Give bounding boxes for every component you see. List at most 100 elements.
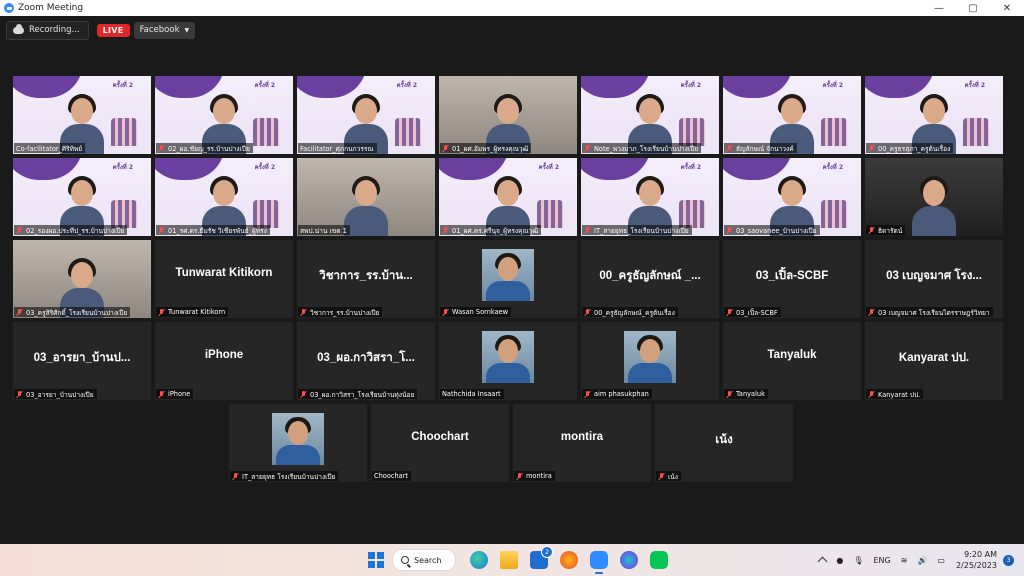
participant-name-tag: 00_ครูธัญลักษณ์_ครูต้นเรื่อง xyxy=(582,307,678,317)
zoom-app-icon[interactable] xyxy=(590,551,608,574)
microphone-icon[interactable]: 🎙 xyxy=(853,556,863,565)
participant-name: 02_รองผอ.ประทีป_รร.บ้านปางเปีย xyxy=(26,226,125,235)
participant-name-tag: เน้ง xyxy=(656,471,681,481)
participant-tile[interactable]: aim phasukphan xyxy=(581,322,719,400)
participant-tile[interactable]: ครั้งที่ 2 02_รองผอ.ประทีป_รร.บ้านปางเปีย xyxy=(13,158,151,236)
live-badge[interactable]: LIVE xyxy=(96,23,130,37)
muted-microphone-icon xyxy=(658,472,665,480)
participant-display-name: 00_ครูธัญลักษณ์ _... xyxy=(599,270,701,282)
participant-tile[interactable]: Nathchida Insaart xyxy=(439,322,577,400)
participant-name-tag: Co-facilitator_ศิริทิพย์ xyxy=(14,143,86,153)
volume-icon[interactable]: 🔊 xyxy=(917,556,927,565)
wifi-icon[interactable]: ≋ xyxy=(901,556,908,565)
participant-name: 03_ครูสิริศักดิ์_โรงเรียนบ้านปางเปีย xyxy=(26,308,128,317)
participant-name-tag: 01_ผศ.ดร.ศรีนุจ_ผู้ทรงคุณวุฒิ xyxy=(440,225,542,235)
participant-tile[interactable]: Choochart Choochart xyxy=(371,404,509,482)
participant-name: 02_ผอ.ชัยญ_รร.บ้านปางเปีย xyxy=(168,144,250,153)
maximize-button[interactable]: ▢ xyxy=(956,0,990,16)
muted-microphone-icon xyxy=(442,144,449,152)
participant-display-name: 03 เบญจมาศ โรง... xyxy=(886,270,982,282)
participant-display-name: เน้ง xyxy=(715,434,733,446)
participant-tile[interactable]: ครั้งที่ 2 Facilitator_ศุภกนกวรรณ xyxy=(297,76,435,154)
participant-name-tag: aim phasukphan xyxy=(582,389,652,399)
slide-badge: ครั้งที่ 2 xyxy=(254,164,275,171)
windows-taskbar: Search 2 ● 🎙 ENG ≋ 🔊 ▭ 9:20 AM 2/25/2023… xyxy=(0,544,1024,576)
muted-microphone-icon xyxy=(300,390,307,398)
participant-tile[interactable]: Tunwarat Kitikorn Tunwarat Kitikorn xyxy=(155,240,293,318)
participant-video-icon xyxy=(344,174,388,236)
muted-microphone-icon xyxy=(16,226,23,234)
participant-tile[interactable]: ครั้งที่ 2 Co-facilitator_ศิริทิพย์ xyxy=(13,76,151,154)
participant-tile[interactable]: ครั้งที่ 2 01_รศ.ดร.ธีมรัช วิเชียรพันธ์_ผ… xyxy=(155,158,293,236)
participant-tile[interactable]: ธิดารัตน์ xyxy=(865,158,1003,236)
participant-name-tag: 03_saovanee_บ้านปางเปีย xyxy=(724,225,820,235)
participant-display-name: 03_เปิ้ล-SCBF xyxy=(755,270,829,282)
participant-name-tag: 01_รศ.ดร.ธีมรัช วิเชียรพันธ์_ผู้ทรง xyxy=(156,225,270,235)
edge-browser-icon[interactable] xyxy=(470,551,488,569)
clock[interactable]: 9:20 AM 2/25/2023 xyxy=(956,549,997,571)
participant-name-tag: 01_ผศ.อัมพร_ผู้ทรงคุณวุฒิ xyxy=(440,143,532,153)
meeting-topbar: Recording... LIVE Facebook ▼ xyxy=(0,16,1024,44)
participant-tile[interactable]: สพป.น่าน เขต 1 xyxy=(297,158,435,236)
participant-display-name: Choochart xyxy=(411,431,469,443)
participant-tile[interactable]: วิชาการ_รร.บ้าน... วิชาการ_รร.บ้านปางเปีย xyxy=(297,240,435,318)
participant-name-tag: ธัญลักษณ์ จักนาวงค์ xyxy=(724,143,797,153)
participant-tile[interactable]: Tanyaluk Tanyaluk xyxy=(723,322,861,400)
participant-name-tag: 03_ผอ.กาวิสรา_โรงเรียนบ้านทุ่งน้อย xyxy=(298,389,418,399)
participant-name: 01_ผศ.ดร.ศรีนุจ_ผู้ทรงคุณวุฒิ xyxy=(452,226,539,235)
participant-name-tag: Choochart xyxy=(372,471,411,481)
participant-tile[interactable]: 03_ครูสิริศักดิ์_โรงเรียนบ้านปางเปีย xyxy=(13,240,151,318)
recording-indicator[interactable]: Recording... xyxy=(6,20,89,40)
participant-tile[interactable]: 03_ผอ.กาวิสรา_โ... 03_ผอ.กาวิสรา_โรงเรียน… xyxy=(297,322,435,400)
slide-badge: ครั้งที่ 2 xyxy=(396,82,417,89)
participant-tile[interactable]: 03_เปิ้ล-SCBF 03_เปิ้ล-SCBF xyxy=(723,240,861,318)
minimize-button[interactable]: — xyxy=(922,0,956,16)
language-indicator[interactable]: ENG xyxy=(873,556,890,565)
mail-icon[interactable]: 2 xyxy=(530,546,553,569)
taskbar-search-label: Search xyxy=(414,555,442,565)
participant-name-tag: IT_สายยุทธ_โรงเรียนบ้านปางเปีย xyxy=(582,225,692,235)
participant-tile[interactable]: ครั้งที่ 2 IT_สายยุทธ_โรงเรียนบ้านปางเปีย xyxy=(581,158,719,236)
close-button[interactable]: ✕ xyxy=(990,0,1024,16)
participant-tile[interactable]: 00_ครูธัญลักษณ์ _... 00_ครูธัญลักษณ์_ครูต… xyxy=(581,240,719,318)
antivirus-icon[interactable]: ● xyxy=(836,556,843,565)
participant-tile[interactable]: 01_ผศ.อัมพร_ผู้ทรงคุณวุฒิ xyxy=(439,76,577,154)
line-app-icon[interactable] xyxy=(650,551,668,569)
participant-tile[interactable]: ครั้งที่ 2 01_ผศ.ดร.ศรีนุจ_ผู้ทรงคุณวุฒิ xyxy=(439,158,577,236)
participant-tile[interactable]: Kanyarat ปป. Kanyarat ปป. xyxy=(865,322,1003,400)
participant-tile[interactable]: montira montira xyxy=(513,404,651,482)
participant-name: เน้ง xyxy=(668,472,678,481)
taskbar-search[interactable]: Search xyxy=(392,549,456,571)
battery-icon[interactable]: ▭ xyxy=(937,556,945,565)
participant-name-tag: ธิดารัตน์ xyxy=(866,225,906,235)
participant-name: 00_ครูธรสุภา_ครูต้นเรื่อง xyxy=(878,144,951,153)
participant-name-tag: Note_พวงมาภ_โรงเรียนบ้านปางเปีย xyxy=(582,143,702,153)
participant-tile[interactable]: ครั้งที่ 2 03_saovanee_บ้านปางเปีย xyxy=(723,158,861,236)
profile-photo xyxy=(482,331,534,383)
chevron-up-icon[interactable] xyxy=(817,556,828,567)
participant-tile[interactable]: ครั้งที่ 2 ธัญลักษณ์ จักนาวงค์ xyxy=(723,76,861,154)
participant-name-tag: 00_ครูธรสุภา_ครูต้นเรื่อง xyxy=(866,143,954,153)
participant-name: Tanyaluk xyxy=(736,390,765,398)
participant-tile[interactable]: ครั้งที่ 2 00_ครูธรสุภา_ครูต้นเรื่อง xyxy=(865,76,1003,154)
participant-tile[interactable]: เน้ง เน้ง xyxy=(655,404,793,482)
file-explorer-icon[interactable] xyxy=(500,551,518,569)
livestream-platform-button[interactable]: Facebook ▼ xyxy=(133,21,196,39)
canva-icon[interactable] xyxy=(620,551,638,569)
windows-start-icon[interactable] xyxy=(368,552,384,568)
participant-tile[interactable]: Wasan Sornkaew xyxy=(439,240,577,318)
muted-microphone-icon xyxy=(300,308,307,316)
muted-microphone-icon xyxy=(584,308,591,316)
participant-tile[interactable]: iPhone iPhone xyxy=(155,322,293,400)
participant-name: aim phasukphan xyxy=(594,390,649,398)
firefox-icon[interactable] xyxy=(560,551,578,569)
notification-badge[interactable]: 3 xyxy=(1003,554,1014,566)
participant-tile[interactable]: ครั้งที่ 2 02_ผอ.ชัยญ_รร.บ้านปางเปีย xyxy=(155,76,293,154)
participant-tile[interactable]: IT_สายยุทธ โรงเรียนบ้านปางเปีย xyxy=(229,404,367,482)
muted-microphone-icon xyxy=(584,144,591,152)
slide-badge: ครั้งที่ 2 xyxy=(822,164,843,171)
zoom-logo-icon xyxy=(4,3,14,13)
participant-tile[interactable]: ครั้งที่ 2 Note_พวงมาภ_โรงเรียนบ้านปางเปี… xyxy=(581,76,719,154)
participant-tile[interactable]: 03 เบญจมาศ โรง... 03 เบญจมาศ โรงเรียนไตรร… xyxy=(865,240,1003,318)
participant-tile[interactable]: 03_อารยา_บ้านป... 03_อารยา_บ้านปางเปีย xyxy=(13,322,151,400)
